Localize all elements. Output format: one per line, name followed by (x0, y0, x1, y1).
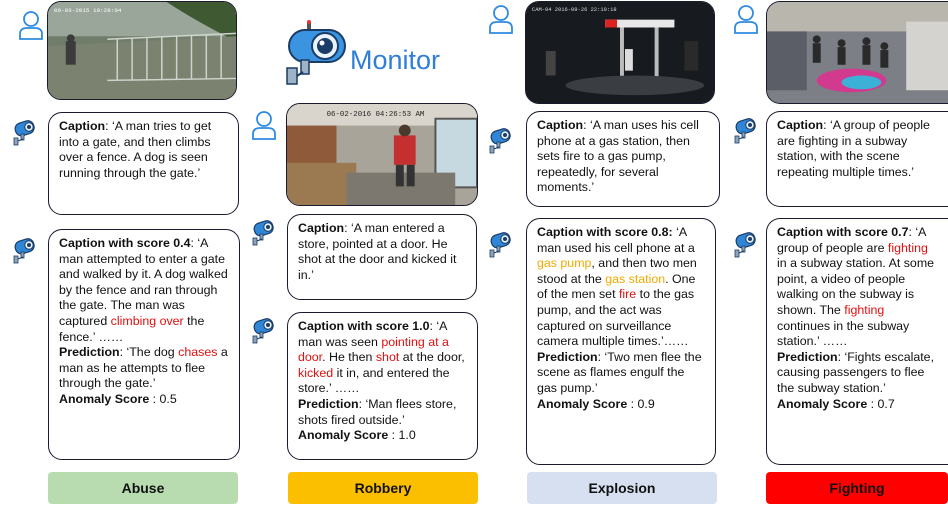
anomaly-score-label: Anomaly Score (777, 396, 868, 411)
highlight-text: climbing over (110, 313, 184, 328)
user-icon (488, 4, 514, 34)
highlight-text: fighting (887, 240, 928, 255)
svg-text:CAM-04 2016-09-26 22:10:18: CAM-04 2016-09-26 22:10:18 (532, 6, 617, 13)
camera-icon (251, 220, 277, 246)
caption-label: Caption (298, 221, 345, 235)
scored-caption-text: continues in the subway station.’ …… (777, 318, 910, 349)
anomaly-score-label: Anomaly Score (298, 428, 389, 443)
highlight-text: gas pump (537, 256, 592, 271)
user-icon (251, 110, 277, 140)
category-label-explosion: Explosion (527, 472, 717, 504)
caption-box-fighting: Caption: ‘A group of people are fighting… (766, 111, 948, 207)
scored-caption-box-explosion: Caption with score 0.8: ‘A man used his … (526, 218, 716, 465)
anomaly-score-value: : 0.5 (149, 391, 177, 406)
camera-icon (12, 238, 38, 264)
anomaly-score-value: : 1.0 (388, 428, 416, 443)
anomaly-score-label: Anomaly Score (59, 391, 150, 406)
anomaly-score-value: : 0.9 (627, 396, 655, 411)
caption-label: Caption (777, 118, 824, 132)
category-label-fighting: Fighting (766, 472, 948, 504)
scored-caption-box-abuse: Caption with score 0.4: ‘A man attempted… (48, 229, 240, 460)
prediction-label: Prediction (298, 396, 359, 411)
camera-icon (733, 118, 759, 144)
prediction-label: Prediction (59, 345, 120, 360)
highlight-text: fire (618, 287, 637, 302)
scored-caption-box-fighting: Caption with score 0.7: ‘A group of peop… (766, 218, 948, 465)
camera-icon (251, 318, 277, 344)
camera-icon (733, 232, 759, 258)
scored-caption-box-robbery: Caption with score 1.0: ‘A man was seen … (287, 312, 478, 460)
highlight-text: kicked (298, 365, 334, 380)
camera-icon (12, 120, 38, 146)
scored-caption-text: . He then (322, 350, 376, 365)
highlight-text: fighting (844, 302, 885, 317)
scored-caption-label: Caption with score 0.4 (59, 236, 191, 250)
scored-caption-text: at the door, (399, 350, 465, 365)
highlight-text: chases (178, 345, 218, 360)
video-frame-robbery: 06-02-2016 04:26:53 AM (286, 103, 478, 206)
scored-caption-label: Caption with score 0.8: (537, 225, 673, 239)
timestamp-overlay: 06-02-2016 04:26:53 AM (327, 111, 425, 119)
monitor-title: Monitor (350, 45, 441, 75)
anomaly-score-label: Anomaly Score (537, 396, 628, 411)
security-camera-icon (286, 20, 346, 85)
caption-box-abuse: Caption: ‘A man tries to get into a gate… (48, 112, 239, 215)
video-frame-explosion: CAM-04 2016-09-26 22:10:18 (525, 1, 715, 104)
caption-box-explosion: Caption: ‘A man uses his cell phone at a… (526, 111, 720, 207)
video-frame-abuse: 09-03-2015 10:28:04 (47, 1, 237, 100)
prediction-label: Prediction (537, 349, 598, 364)
anomaly-score-value: : 0.7 (867, 396, 895, 411)
user-icon (733, 4, 759, 34)
category-label-robbery: Robbery (288, 472, 478, 504)
user-icon (18, 10, 44, 40)
camera-icon (488, 232, 514, 258)
camera-icon (488, 128, 514, 154)
category-label-abuse: Abuse (48, 472, 238, 504)
caption-box-robbery: Caption: ‘A man entered a store, pointed… (287, 214, 477, 300)
highlight-text: shot (375, 350, 400, 365)
monitor-logo (285, 20, 355, 86)
caption-label: Caption (537, 118, 584, 132)
caption-label: Caption (59, 119, 106, 133)
scored-caption-label: Caption with score 0.7 (777, 225, 909, 239)
prediction-text: : ‘The dog (119, 345, 179, 360)
svg-text:09-03-2015 10:28:04: 09-03-2015 10:28:04 (54, 7, 122, 14)
prediction-label: Prediction (777, 349, 838, 364)
scored-caption-label: Caption with score 1.0 (298, 319, 430, 333)
highlight-text: gas station (605, 271, 666, 286)
video-frame-fighting (766, 1, 948, 104)
